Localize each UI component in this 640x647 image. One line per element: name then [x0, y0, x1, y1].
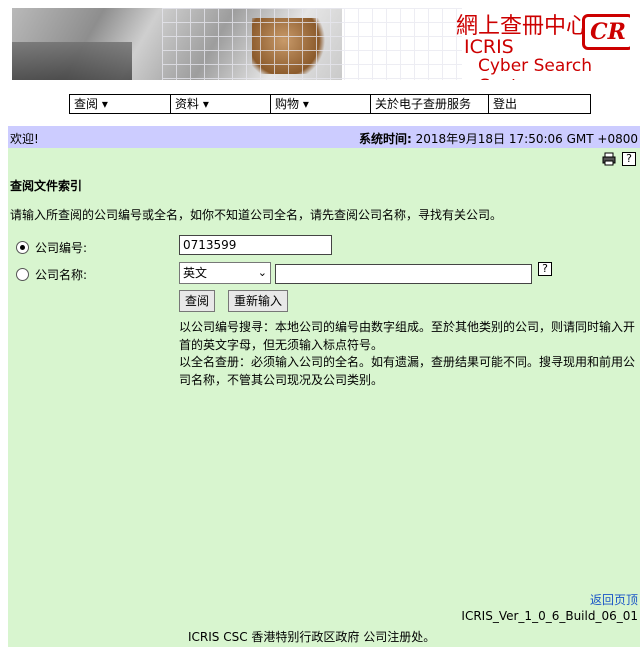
cr-logo: CR: [582, 14, 630, 50]
reset-button[interactable]: 重新输入: [228, 290, 289, 312]
menu-shopping[interactable]: 购物 ▾: [271, 95, 371, 113]
welcome-text: 欢迎!: [10, 132, 39, 146]
company-number-option[interactable]: 公司编号:: [16, 239, 87, 256]
version-text: ICRIS_Ver_1_0_6_Build_06_01: [461, 609, 638, 623]
footer-text: ICRIS CSC 香港特别行政区政府 公司注册处。: [188, 630, 436, 644]
search-button[interactable]: 查阅: [179, 290, 216, 312]
language-select[interactable]: 英文 ⌄: [179, 262, 271, 284]
company-number-radio[interactable]: [16, 241, 29, 254]
chevron-down-icon: ⌄: [257, 266, 267, 279]
company-number-note: 以公司编号搜寻：本地公司的编号由数字组成。至於其他类别的公司，则请同时输入开首的…: [179, 320, 636, 352]
main-menu: 查阅 ▾ 资料 ▾ 购物 ▾ 关於电子查册服务 登出: [69, 94, 591, 114]
full-name-note: 以全名查册：必须输入公司的全名。如有遗漏，查册结果可能不同。搜寻现用和前用公司名…: [179, 355, 636, 387]
company-name-option[interactable]: 公司名称:: [16, 266, 87, 283]
back-to-top-link[interactable]: 返回页顶: [590, 591, 638, 608]
printer-icon[interactable]: [602, 152, 616, 166]
company-name-radio[interactable]: [16, 268, 29, 281]
banner-title-icris: ICRIS: [464, 36, 514, 58]
site-banner: 網上查冊中心 ICRIS Cyber Search Centre CR: [12, 8, 630, 80]
main-panel: 欢迎! 系统时间: 2018年9月18日 17:50:06 GMT +0800 …: [8, 126, 640, 647]
banner-title-csc: Cyber Search Centre: [478, 56, 592, 80]
menu-info[interactable]: 资料 ▾: [171, 95, 271, 113]
banner-grid: [162, 8, 462, 80]
menu-search[interactable]: 查阅 ▾: [70, 95, 171, 113]
system-time: 系统时间: 2018年9月18日 17:50:06 GMT +0800: [359, 130, 638, 147]
welcome-bar: 欢迎! 系统时间: 2018年9月18日 17:50:06 GMT +0800: [8, 126, 640, 148]
section-title: 查阅文件索引: [10, 179, 83, 193]
language-value: 英文: [183, 266, 208, 280]
menu-logout[interactable]: 登出: [489, 95, 589, 113]
company-number-input[interactable]: 0713599: [179, 235, 332, 255]
instruction-text: 请输入所查阅的公司编号或全名，如你不知道公司全名，请先查阅公司名称，寻找有关公司…: [10, 208, 503, 222]
system-time-label: 系统时间:: [359, 132, 412, 146]
company-name-label: 公司名称:: [35, 268, 88, 282]
company-number-label: 公司编号:: [35, 241, 88, 255]
system-time-value: 2018年9月18日 17:50:06 GMT +0800: [411, 132, 638, 146]
menu-about-service[interactable]: 关於电子查册服务: [371, 95, 489, 113]
company-name-input[interactable]: [275, 264, 532, 284]
help-icon[interactable]: ?: [538, 262, 552, 276]
help-icon[interactable]: ?: [622, 152, 636, 166]
